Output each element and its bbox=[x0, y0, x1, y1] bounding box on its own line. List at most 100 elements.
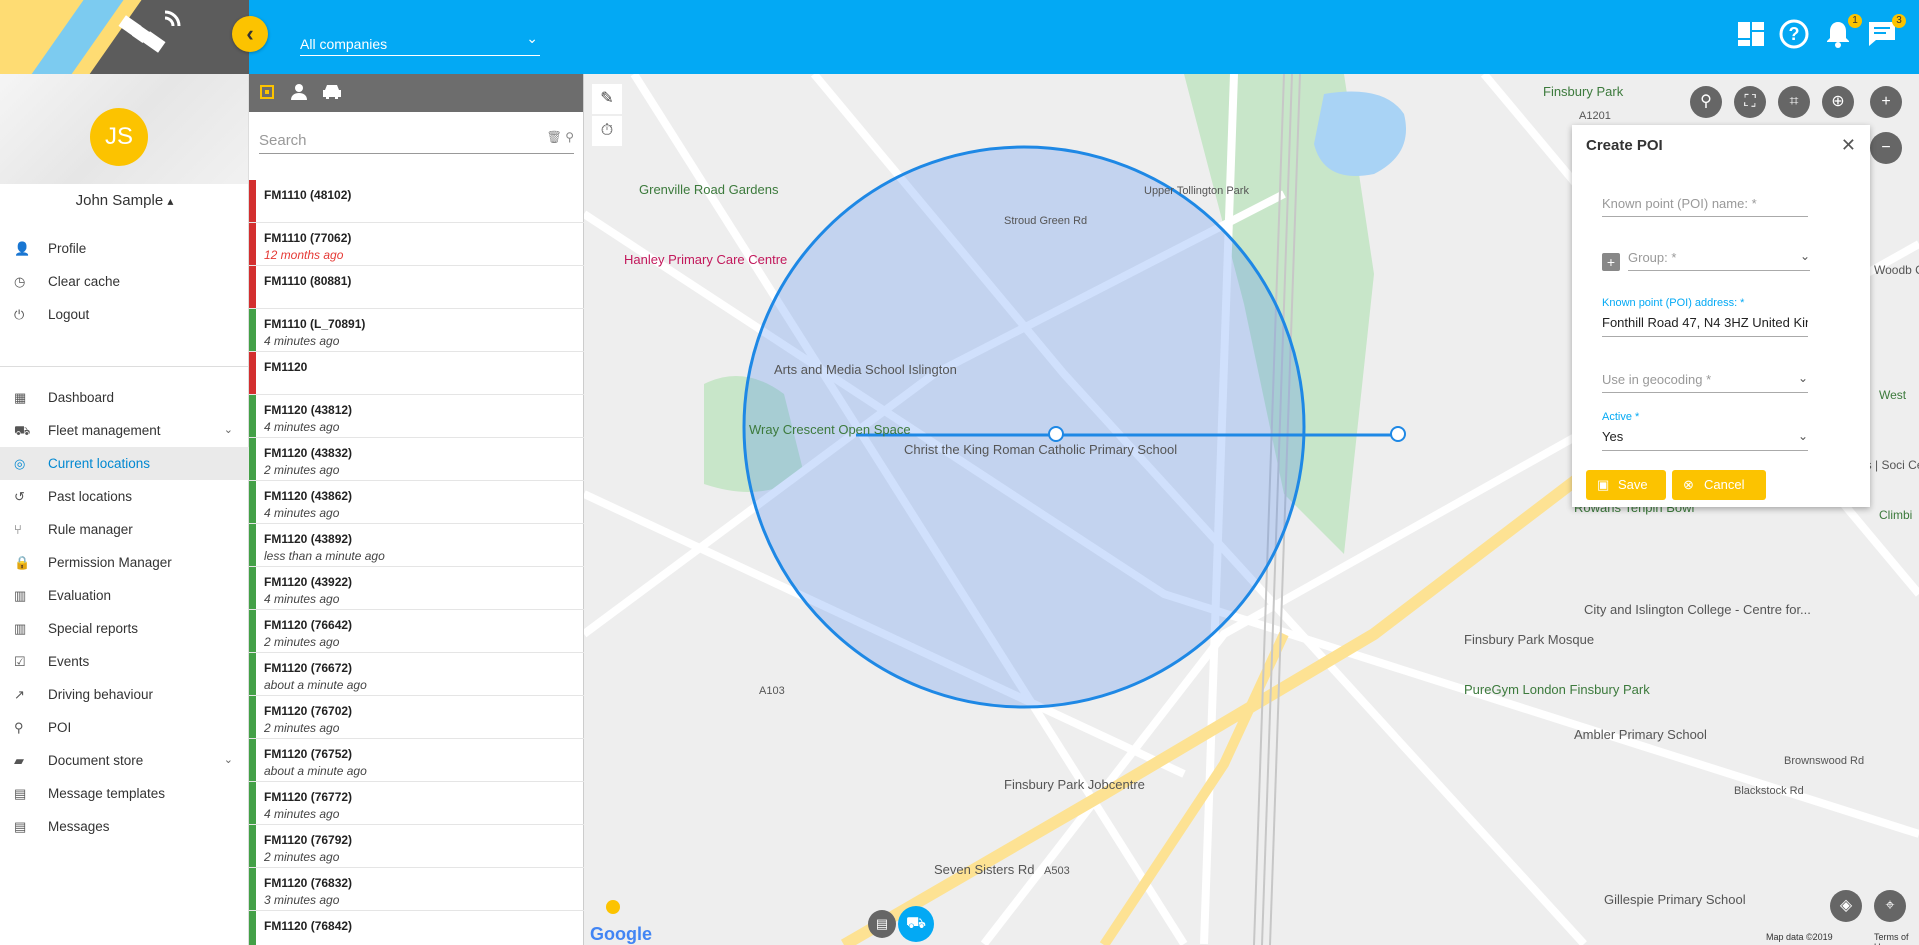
sidebar-item-messages[interactable]: ▤ Messages bbox=[0, 810, 249, 843]
location-button[interactable]: ⌖ bbox=[1874, 890, 1906, 922]
vehicle-view-toggle[interactable]: ⛟ bbox=[898, 906, 934, 942]
vehicle-row[interactable]: FM1120 bbox=[249, 352, 584, 395]
vehicle-row[interactable]: FM1120 (43862) 4 minutes ago bbox=[249, 481, 584, 524]
map-search-button[interactable]: ⚲ bbox=[1690, 86, 1722, 118]
vehicle-last-seen: less than a minute ago bbox=[264, 549, 385, 563]
hierarchy-icon: ⑂ bbox=[14, 522, 22, 537]
user-name: John Sample bbox=[75, 192, 164, 209]
tab-vehicles[interactable] bbox=[321, 82, 341, 102]
status-indicator bbox=[249, 438, 256, 480]
company-select[interactable]: All companies ⌄ bbox=[300, 30, 540, 56]
help-button[interactable]: ? bbox=[1778, 18, 1814, 54]
zoom-out-button[interactable]: − bbox=[1870, 132, 1902, 164]
add-group-icon[interactable]: + bbox=[1602, 253, 1620, 271]
sidebar-item-events[interactable]: ☑ Events bbox=[0, 645, 249, 678]
user-menu-item-profile[interactable]: 👤 Profile bbox=[0, 232, 249, 265]
plus-icon: + bbox=[1881, 93, 1891, 110]
poi-name-placeholder: Known point (POI) name: * bbox=[1602, 196, 1757, 211]
crop-button[interactable]: ⌗ bbox=[1778, 86, 1810, 118]
map-list-toggle[interactable]: ▤ bbox=[868, 910, 896, 938]
menu-item-label: Fleet management bbox=[48, 423, 161, 438]
close-icon[interactable]: ✕ bbox=[1841, 135, 1856, 156]
draw-tool-button[interactable]: ✎ bbox=[592, 84, 622, 114]
vehicle-search-input[interactable]: Search 🗑 ⚲ bbox=[259, 124, 574, 154]
menu-item-label: Evaluation bbox=[48, 588, 112, 603]
fullscreen-button[interactable]: ⛶ bbox=[1734, 86, 1766, 118]
vehicle-name: FM1120 (76792) bbox=[264, 833, 353, 847]
tab-devices[interactable] bbox=[257, 82, 277, 102]
radius-tool-button[interactable]: ⏱ bbox=[592, 116, 622, 146]
zoom-in-button[interactable]: + bbox=[1870, 86, 1902, 118]
sidebar-item-current-locations[interactable]: ◎ Current locations bbox=[0, 447, 249, 480]
zoom-area-button[interactable]: ⊕ bbox=[1822, 86, 1854, 118]
geocoding-select[interactable]: Use in geocoding * ⌄ bbox=[1602, 371, 1808, 393]
vehicle-row[interactable]: FM1120 (43892) less than a minute ago bbox=[249, 524, 584, 567]
vehicle-row[interactable]: FM1120 (76642) 2 minutes ago bbox=[249, 610, 584, 653]
group-select[interactable]: Group: * ⌄ bbox=[1628, 249, 1810, 271]
user-menu-item-clear-cache[interactable]: ◷ Clear cache bbox=[0, 265, 249, 298]
zoom-icon: ⊕ bbox=[1831, 93, 1845, 110]
main-nav: ▦ Dashboard ⛟ Fleet management ⌄ ◎ Current loc… bbox=[0, 381, 249, 843]
save-button[interactable]: ▣ Save bbox=[1586, 470, 1666, 500]
sidebar-item-message-templates[interactable]: ▤ Message templates bbox=[0, 777, 249, 810]
vehicle-row[interactable]: FM1120 (76702) 2 minutes ago bbox=[249, 696, 584, 739]
sidebar-item-poi[interactable]: ⚲ POI bbox=[0, 711, 249, 744]
sidebar-item-driving-behaviour[interactable]: ↗ Driving behaviour bbox=[0, 678, 249, 711]
user-name-toggle[interactable]: John Sample ▴ bbox=[0, 192, 249, 209]
vehicle-row[interactable]: FM1120 (76792) 2 minutes ago bbox=[249, 825, 584, 868]
vehicle-row[interactable]: FM1120 (43812) 4 minutes ago bbox=[249, 395, 584, 438]
menu-item-label: Logout bbox=[48, 307, 90, 322]
layers-button[interactable]: ◈ bbox=[1830, 890, 1862, 922]
collapse-sidebar-button[interactable]: ‹ bbox=[232, 16, 268, 52]
vehicle-row[interactable]: FM1110 (48102) bbox=[249, 180, 584, 223]
map-data-attribution: Map data ©2019 bbox=[1766, 932, 1833, 942]
vehicle-row[interactable]: FM1120 (76772) 4 minutes ago bbox=[249, 782, 584, 825]
chevron-down-icon: ⌄ bbox=[223, 754, 233, 766]
terms-link[interactable]: Terms of Use bbox=[1874, 932, 1919, 945]
delete-icon[interactable]: 🗑 bbox=[547, 130, 562, 144]
vehicle-row[interactable]: FM1110 (L_70891) 4 minutes ago bbox=[249, 309, 584, 352]
sidebar-item-fleet-management[interactable]: ⛟ Fleet management ⌄ bbox=[0, 414, 249, 447]
messages-button[interactable]: 3 bbox=[1866, 14, 1906, 54]
save-label: Save bbox=[1618, 477, 1648, 492]
vehicle-name: FM1120 (76672) bbox=[264, 661, 353, 675]
vehicle-name: FM1120 bbox=[264, 360, 308, 374]
message-icon: ▤ bbox=[14, 786, 27, 801]
vehicle-row[interactable]: FM1120 (76672) about a minute ago bbox=[249, 653, 584, 696]
tab-drivers[interactable] bbox=[289, 82, 309, 102]
sidebar-item-document-store[interactable]: ▰ Document store ⌄ bbox=[0, 744, 249, 777]
document-icon: ▤ bbox=[875, 916, 889, 931]
vehicle-row[interactable]: FM1120 (76832) 3 minutes ago bbox=[249, 868, 584, 911]
sidebar-item-permission-manager[interactable]: 🔒 Permission Manager bbox=[0, 546, 249, 579]
status-indicator bbox=[249, 911, 256, 945]
vehicle-row[interactable]: FM1120 (43922) 4 minutes ago bbox=[249, 567, 584, 610]
vehicle-row[interactable]: FM1120 (43832) 2 minutes ago bbox=[249, 438, 584, 481]
cancel-button[interactable]: ⊗ Cancel bbox=[1672, 470, 1766, 500]
poi-name-field[interactable]: Known point (POI) name: * bbox=[1602, 195, 1808, 217]
status-indicator bbox=[249, 610, 256, 652]
dashboard-layout-button[interactable] bbox=[1736, 18, 1772, 54]
sidebar-item-rule-manager[interactable]: ⑂ Rule manager bbox=[0, 513, 249, 546]
sidebar-item-dashboard[interactable]: ▦ Dashboard bbox=[0, 381, 249, 414]
filter-icon[interactable]: ⚲ bbox=[565, 130, 574, 144]
vehicle-row[interactable]: FM1120 (76842) bbox=[249, 911, 584, 945]
vehicle-row[interactable]: FM1120 (76752) about a minute ago bbox=[249, 739, 584, 782]
vehicle-last-seen: 4 minutes ago bbox=[264, 420, 340, 434]
company-select-value: All companies bbox=[300, 36, 388, 52]
avatar[interactable]: JS bbox=[90, 108, 148, 166]
vehicle-name: FM1120 (76702) bbox=[264, 704, 353, 718]
map-label: A503 bbox=[1044, 865, 1070, 877]
sidebar-item-special-reports[interactable]: ▥ Special reports bbox=[0, 612, 249, 645]
sidebar-item-past-locations[interactable]: ↺ Past locations bbox=[0, 480, 249, 513]
vehicle-row[interactable]: FM1110 (77062) 12 months ago bbox=[249, 223, 584, 266]
circle-center-handle[interactable] bbox=[1048, 426, 1064, 442]
vehicle-row[interactable]: FM1110 (80881) bbox=[249, 266, 584, 309]
pegman-icon[interactable] bbox=[606, 900, 620, 914]
poi-address-field[interactable]: Known point (POI) address: * Fonthill Ro… bbox=[1602, 297, 1808, 337]
app-root: ‹ All companies ⌄ ? 1 3 JS John Sample ▴… bbox=[0, 0, 1919, 945]
notifications-button[interactable]: 1 bbox=[1822, 14, 1862, 54]
circle-edge-handle[interactable] bbox=[1390, 426, 1406, 442]
active-select[interactable]: Active * Yes ⌄ bbox=[1602, 411, 1808, 451]
user-menu-item-logout[interactable]: ⏻ Logout bbox=[0, 298, 249, 331]
sidebar-item-evaluation[interactable]: ▥ Evaluation bbox=[0, 579, 249, 612]
